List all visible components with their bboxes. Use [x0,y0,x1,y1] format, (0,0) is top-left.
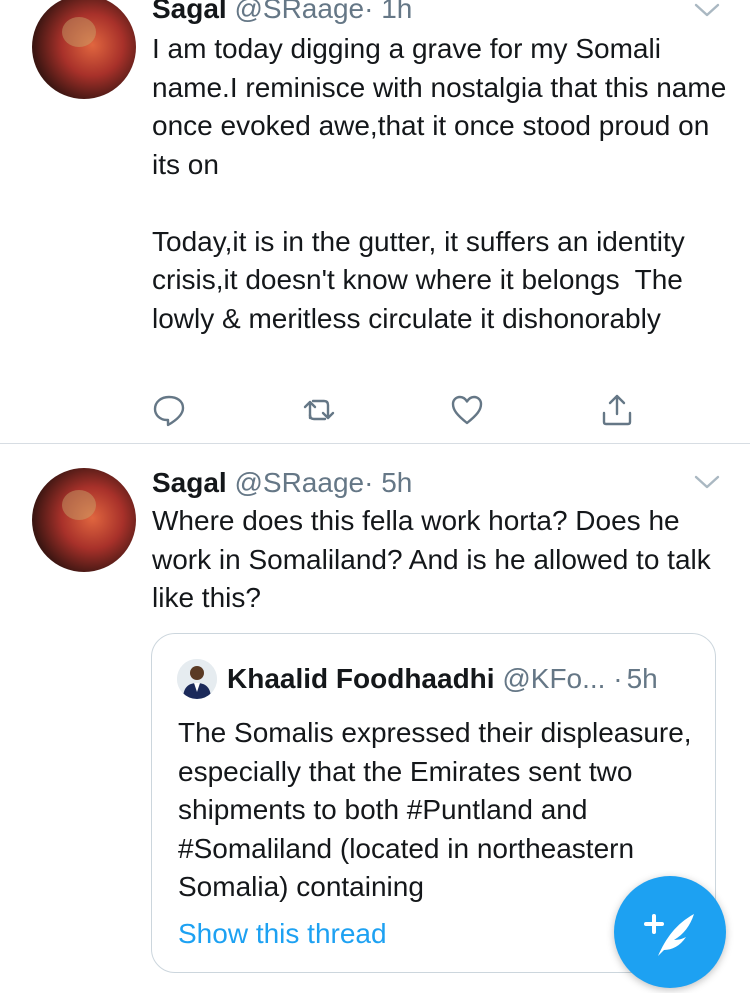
quoted-display-name[interactable]: Khaalid Foodhaadhi [227,663,495,694]
user-handle[interactable]: @SRaage [234,467,364,498]
quoted-user-handle[interactable]: @KFo... [502,663,605,694]
quoted-tweet-header: Khaalid Foodhaadhi @KFo... · 5h [227,662,658,696]
display-name[interactable]: Sagal [152,0,227,24]
person-icon [177,659,217,699]
reply-icon[interactable] [152,393,186,427]
retweet-icon[interactable] [302,393,336,427]
timestamp[interactable]: 5h [381,467,412,498]
compose-tweet-button[interactable] [614,876,726,988]
separator-dot: · [613,663,623,694]
tweet-actions [152,393,652,427]
chevron-down-icon[interactable] [694,474,720,490]
chevron-down-icon[interactable] [694,2,720,18]
separator-dot: · [364,0,374,24]
display-name[interactable]: Sagal [152,467,227,498]
show-thread-link[interactable]: Show this thread [178,917,387,951]
timestamp[interactable]: 1h [381,0,412,24]
quoted-timestamp[interactable]: 5h [627,663,658,694]
tweet-header: Sagal @SRaage· 1h [152,0,412,26]
share-icon[interactable] [600,393,634,427]
tweet-text: Where does this fella work horta? Does h… [152,505,719,613]
separator-dot: · [364,467,374,498]
compose-tweet-icon [644,914,694,956]
like-icon[interactable] [450,393,484,427]
user-handle[interactable]: @SRaage [234,0,364,24]
avatar[interactable] [32,0,136,99]
tweet-header: Sagal @SRaage· 5h [152,466,412,500]
avatar[interactable] [32,468,136,572]
quoted-avatar[interactable] [177,659,217,699]
tweet-1[interactable]: Sagal @SRaage· 1h I am today digging a g… [0,0,750,443]
tweet-text: I am today digging a grave for my Somali… [152,33,727,334]
